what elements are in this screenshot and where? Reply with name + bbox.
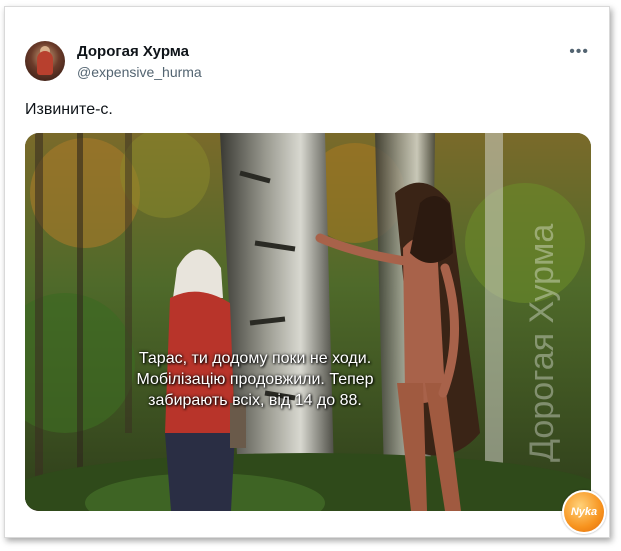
- caption-line: Тарас, ти додому поки не ходи.: [138, 350, 372, 367]
- avatar[interactable]: [25, 41, 65, 81]
- image-caption: Тарас, ти додому поки не ходи. Мобілізац…: [95, 348, 415, 411]
- more-options-icon[interactable]: •••: [569, 43, 589, 61]
- avatar-figure: [37, 51, 53, 75]
- tweet-image[interactable]: Тарас, ти додому поки не ходи. Мобілізац…: [25, 133, 591, 511]
- author-name[interactable]: Дорогая Хурма: [77, 43, 189, 60]
- watermark: Дорогая Хурма: [523, 223, 561, 463]
- site-badge-icon: Nyka: [562, 490, 606, 534]
- tweet-text: Извините-с.: [25, 101, 113, 118]
- author-handle[interactable]: @expensive_hurma: [77, 64, 202, 80]
- forest-scene: [25, 133, 591, 511]
- caption-line: Мобілізацію продовжили. Тепер: [136, 371, 374, 388]
- tweet-card: Дорогая Хурма @expensive_hurma ••• Извин…: [4, 6, 610, 538]
- caption-line: забирають всіх, від 14 до 88.: [148, 392, 362, 409]
